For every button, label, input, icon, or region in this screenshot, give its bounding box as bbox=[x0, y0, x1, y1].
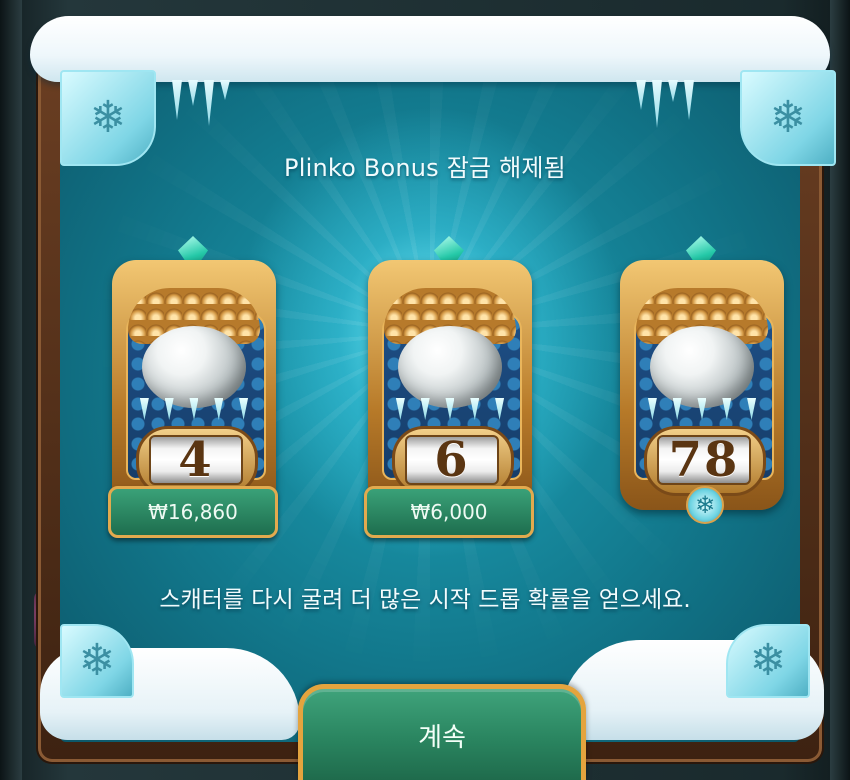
reel-face: 4 bbox=[149, 435, 243, 485]
card-number: 4 bbox=[178, 432, 214, 488]
card-icicles bbox=[132, 398, 256, 420]
card-number: 78 bbox=[668, 432, 740, 488]
card-number: 6 bbox=[434, 432, 470, 488]
snowball-orb bbox=[398, 326, 502, 408]
card-frame: 6 bbox=[368, 260, 532, 510]
backdrop-left-post bbox=[0, 0, 22, 780]
bonus-title: Plinko Bonus 잠금 해제됨 bbox=[284, 154, 566, 182]
icicles-top-right bbox=[636, 80, 694, 128]
snowball-orb bbox=[142, 326, 246, 408]
snowflake-icon: ❄ bbox=[769, 92, 807, 143]
bonus-message: 스캐터를 다시 굴려 더 많은 시작 드롭 확률을 얻으세요. bbox=[159, 587, 691, 613]
continue-button[interactable]: 계속 bbox=[298, 684, 586, 780]
icicles-top-left bbox=[172, 80, 230, 126]
snowball-orb bbox=[650, 326, 754, 408]
prize-amount-badge: ₩16,860 bbox=[108, 486, 278, 538]
prize-amount-badge: ₩6,000 bbox=[364, 486, 534, 538]
card-icicles bbox=[640, 398, 764, 420]
snowflake-icon: ❄ bbox=[78, 635, 116, 686]
card-icicles bbox=[388, 398, 512, 420]
card-frame: 4 bbox=[112, 260, 276, 510]
card-frame: 78 ❄ bbox=[620, 260, 784, 524]
reel-face: 6 bbox=[405, 435, 499, 485]
snowflake-icon: ❄ bbox=[749, 635, 787, 686]
snowflake-badge-icon: ❄ bbox=[686, 486, 724, 524]
snowflake-icon: ❄ bbox=[89, 92, 127, 143]
ice-corner-bottom-right: ❄ bbox=[726, 624, 810, 698]
reel-face: 78 bbox=[657, 435, 751, 485]
